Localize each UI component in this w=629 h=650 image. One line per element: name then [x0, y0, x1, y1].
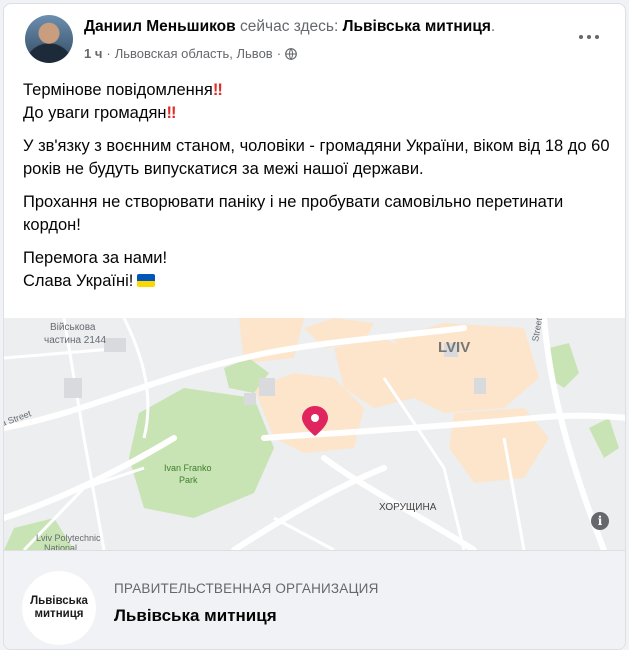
post-paragraph-2: Прохання не створювати паніку і не пробу… [23, 193, 564, 234]
post-closing: Перемога за нами! Слава Україні! [23, 247, 613, 293]
author-line: Даниил Меньшиков сейчас здесь: Львівська… [84, 18, 495, 36]
map-label-park-2: Park [179, 475, 198, 485]
post-heading: Термінове повідомлення‼ До уваги громадя… [23, 79, 613, 125]
post-time[interactable]: 1 ч [84, 46, 102, 61]
heading-line-2: До уваги громадян [23, 104, 167, 122]
meta-dot-2: · [276, 46, 282, 61]
location-map[interactable]: Військова частина 2144 LVIV a Street Str… [4, 318, 625, 550]
map-canvas: Військова частина 2144 LVIV a Street Str… [4, 318, 625, 550]
globe-icon[interactable] [285, 47, 297, 60]
more-options-icon[interactable] [574, 30, 604, 44]
map-label-military-2: частина 2144 [44, 335, 106, 346]
map-label-military: Військова [50, 322, 96, 333]
author-avatar[interactable] [25, 15, 73, 63]
status-suffix: . [490, 18, 496, 35]
double-exclamation-icon-2: ‼ [166, 104, 177, 122]
org-logo-line-2: митниця [34, 608, 84, 620]
org-name[interactable]: Львівська митниця [114, 606, 277, 626]
post-header: Даниил Меньшиков сейчас здесь: Львівська… [4, 4, 625, 68]
double-exclamation-icon: ‼ [212, 81, 223, 99]
map-label-city: LVIV [438, 339, 470, 356]
org-logo-line-1: Львівська [30, 595, 88, 607]
map-label-district: ХОРУЩИНА [379, 502, 437, 513]
map-label-polytechnic-2: National [44, 543, 77, 550]
closing-line-1: Перемога за нами! [23, 249, 168, 267]
post-paragraph-1: У зв'язку з воєнним станом, чоловіки - г… [23, 137, 610, 178]
org-category: ПРАВИТЕЛЬСТВЕННАЯ ОРГАНИЗАЦИЯ [114, 581, 379, 596]
post-meta: 1 ч · Львовская область, Львов · [84, 46, 297, 61]
location-link[interactable]: Львівська митниця [343, 18, 491, 35]
author-name[interactable]: Даниил Меньшиков [84, 18, 236, 35]
map-label-park: Ivan Franko [164, 463, 212, 473]
post-text: Термінове повідомлення‼ До уваги громадя… [23, 79, 613, 303]
heading-line-1: Термінове повідомлення [23, 81, 213, 99]
closing-line-2: Слава Україні! [23, 272, 134, 290]
map-info-icon[interactable]: i [591, 512, 609, 530]
status-prefix: сейчас здесь: [239, 18, 339, 35]
meta-dot: · [106, 46, 111, 61]
post-place[interactable]: Львовская область, Львов [115, 46, 273, 61]
org-logo[interactable]: Львівська митниця [22, 571, 96, 645]
ukraine-flag-icon [137, 274, 156, 287]
map-label-polytechnic: Lviv Polytechnic [36, 533, 101, 543]
place-footer[interactable]: Львівська митниця ПРАВИТЕЛЬСТВЕННАЯ ОРГА… [4, 550, 625, 649]
post-card: Даниил Меньшиков сейчас здесь: Львівська… [3, 3, 626, 650]
